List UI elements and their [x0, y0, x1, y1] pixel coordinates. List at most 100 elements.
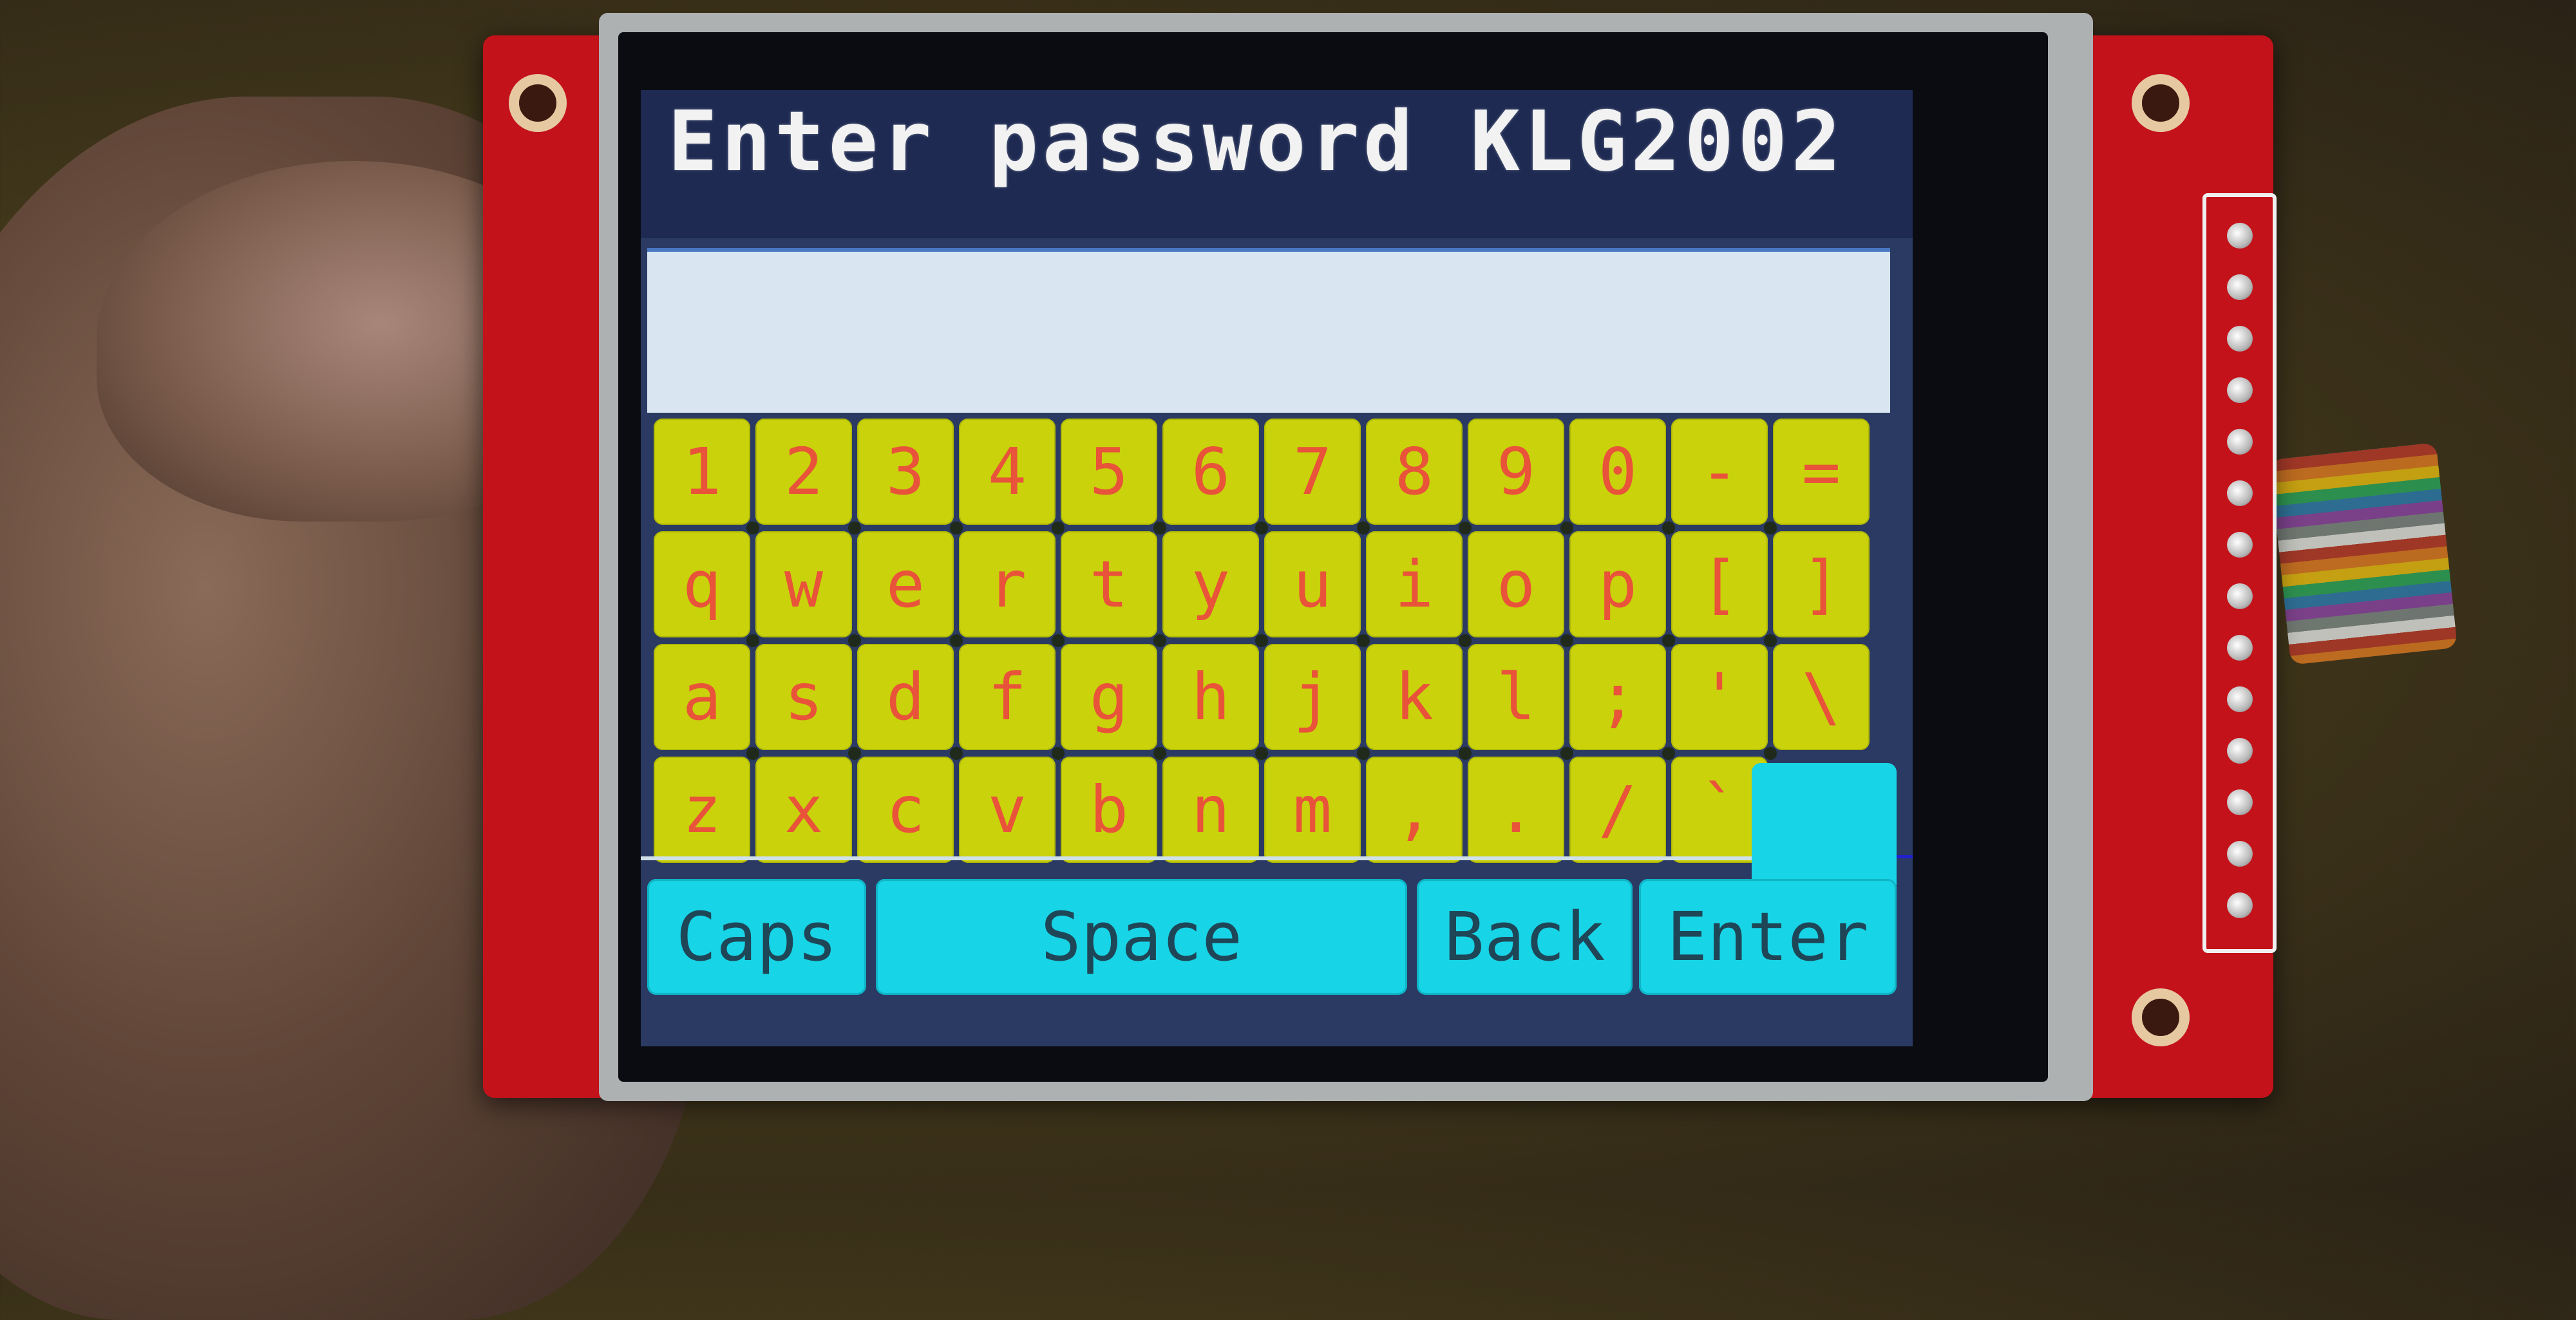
key-3-9[interactable]: l: [1468, 644, 1564, 750]
grid-dot: [1764, 747, 1777, 760]
key-2-9[interactable]: o: [1468, 531, 1564, 637]
key-1-12[interactable]: =: [1773, 419, 1870, 525]
key-1-3[interactable]: 3: [857, 419, 954, 525]
key-2-6[interactable]: y: [1162, 531, 1259, 637]
divider-line: [641, 856, 1768, 860]
grid-dot: [1560, 634, 1573, 647]
key-3-4[interactable]: f: [959, 644, 1056, 750]
password-input[interactable]: [647, 248, 1890, 413]
key-4-10[interactable]: /: [1569, 757, 1666, 863]
grid-dot: [1459, 634, 1472, 647]
grid-dot: [1560, 747, 1573, 760]
grid-dot: [1662, 747, 1675, 760]
key-3-6[interactable]: h: [1162, 644, 1259, 750]
key-4-5[interactable]: b: [1061, 757, 1157, 863]
grid-dot: [1153, 522, 1166, 534]
back-button[interactable]: Back: [1417, 879, 1633, 995]
touch-marker-line: [1897, 855, 1913, 858]
caps-button[interactable]: Caps: [647, 879, 866, 995]
key-3-10[interactable]: ;: [1569, 644, 1666, 750]
key-3-8[interactable]: k: [1366, 644, 1463, 750]
grid-dot: [1255, 522, 1268, 534]
key-2-8[interactable]: i: [1366, 531, 1463, 637]
grid-dot: [1052, 634, 1065, 647]
header-pin: [2227, 377, 2253, 403]
pcb-silkscreen: [2058, 245, 2077, 438]
key-1-7[interactable]: 7: [1264, 419, 1361, 525]
key-1-8[interactable]: 8: [1366, 419, 1463, 525]
key-4-1[interactable]: z: [654, 757, 750, 863]
key-4-3[interactable]: c: [857, 757, 954, 863]
grid-dot: [1764, 522, 1777, 534]
ribbon-cable: [2269, 442, 2458, 665]
key-4-9[interactable]: .: [1468, 757, 1564, 863]
grid-dot: [1662, 634, 1675, 647]
key-1-1[interactable]: 1: [654, 419, 750, 525]
header-pin: [2227, 274, 2253, 300]
grid-dot: [1153, 747, 1166, 760]
function-key-row: Caps Space Back Enter: [647, 879, 1897, 1001]
grid-dot: [1459, 747, 1472, 760]
key-2-3[interactable]: e: [857, 531, 954, 637]
mounting-hole: [509, 74, 567, 132]
header-pin: [2227, 635, 2253, 661]
grid-dot: [1052, 522, 1065, 534]
key-2-5[interactable]: t: [1061, 531, 1157, 637]
key-4-6[interactable]: n: [1162, 757, 1259, 863]
page-title: Enter password KLG2002: [668, 94, 1845, 190]
pin-header: [2202, 193, 2277, 953]
key-1-11[interactable]: -: [1671, 419, 1768, 525]
key-2-4[interactable]: r: [959, 531, 1056, 637]
grid-dot: [1153, 634, 1166, 647]
grid-dot: [950, 634, 963, 647]
key-1-2[interactable]: 2: [755, 419, 852, 525]
key-4-8[interactable]: ,: [1366, 757, 1463, 863]
header-pin: [2227, 480, 2253, 506]
key-2-1[interactable]: q: [654, 531, 750, 637]
key-2-11[interactable]: [: [1671, 531, 1768, 637]
grid-dot: [950, 747, 963, 760]
grid-dot: [1255, 634, 1268, 647]
grid-dot: [746, 522, 759, 534]
key-3-7[interactable]: j: [1264, 644, 1361, 750]
key-3-1[interactable]: a: [654, 644, 750, 750]
key-1-10[interactable]: 0: [1569, 419, 1666, 525]
key-2-12[interactable]: ]: [1773, 531, 1870, 637]
header-pin: [2227, 429, 2253, 455]
mounting-hole: [2132, 988, 2190, 1046]
key-1-6[interactable]: 6: [1162, 419, 1259, 525]
key-1-5[interactable]: 5: [1061, 419, 1157, 525]
key-2-2[interactable]: w: [755, 531, 852, 637]
grid-dot: [1255, 747, 1268, 760]
grid-dot: [1357, 747, 1370, 760]
header-pin: [2227, 532, 2253, 558]
key-3-11[interactable]: ': [1671, 644, 1768, 750]
key-1-4[interactable]: 4: [959, 419, 1056, 525]
key-1-9[interactable]: 9: [1468, 419, 1564, 525]
grid-dot: [1357, 522, 1370, 534]
key-3-3[interactable]: d: [857, 644, 954, 750]
grid-dot: [746, 747, 759, 760]
space-button[interactable]: Space: [876, 879, 1407, 995]
key-3-5[interactable]: g: [1061, 644, 1157, 750]
enter-key-extension[interactable]: [1752, 763, 1897, 885]
header-pin: [2227, 326, 2253, 352]
grid-dot: [1662, 522, 1675, 534]
key-3-12[interactable]: \: [1773, 644, 1870, 750]
key-2-10[interactable]: p: [1569, 531, 1666, 637]
key-2-7[interactable]: u: [1264, 531, 1361, 637]
grid-dot: [1357, 634, 1370, 647]
mounting-hole: [2132, 74, 2190, 132]
grid-dot: [1764, 634, 1777, 647]
key-4-4[interactable]: v: [959, 757, 1056, 863]
header-pin: [2227, 738, 2253, 764]
key-3-2[interactable]: s: [755, 644, 852, 750]
key-4-7[interactable]: m: [1264, 757, 1361, 863]
enter-button[interactable]: Enter: [1639, 879, 1897, 995]
grid-dot: [848, 522, 861, 534]
grid-dot: [848, 634, 861, 647]
grid-dot: [950, 522, 963, 534]
header-pin: [2227, 892, 2253, 918]
key-4-2[interactable]: x: [755, 757, 852, 863]
grid-dot: [1052, 747, 1065, 760]
